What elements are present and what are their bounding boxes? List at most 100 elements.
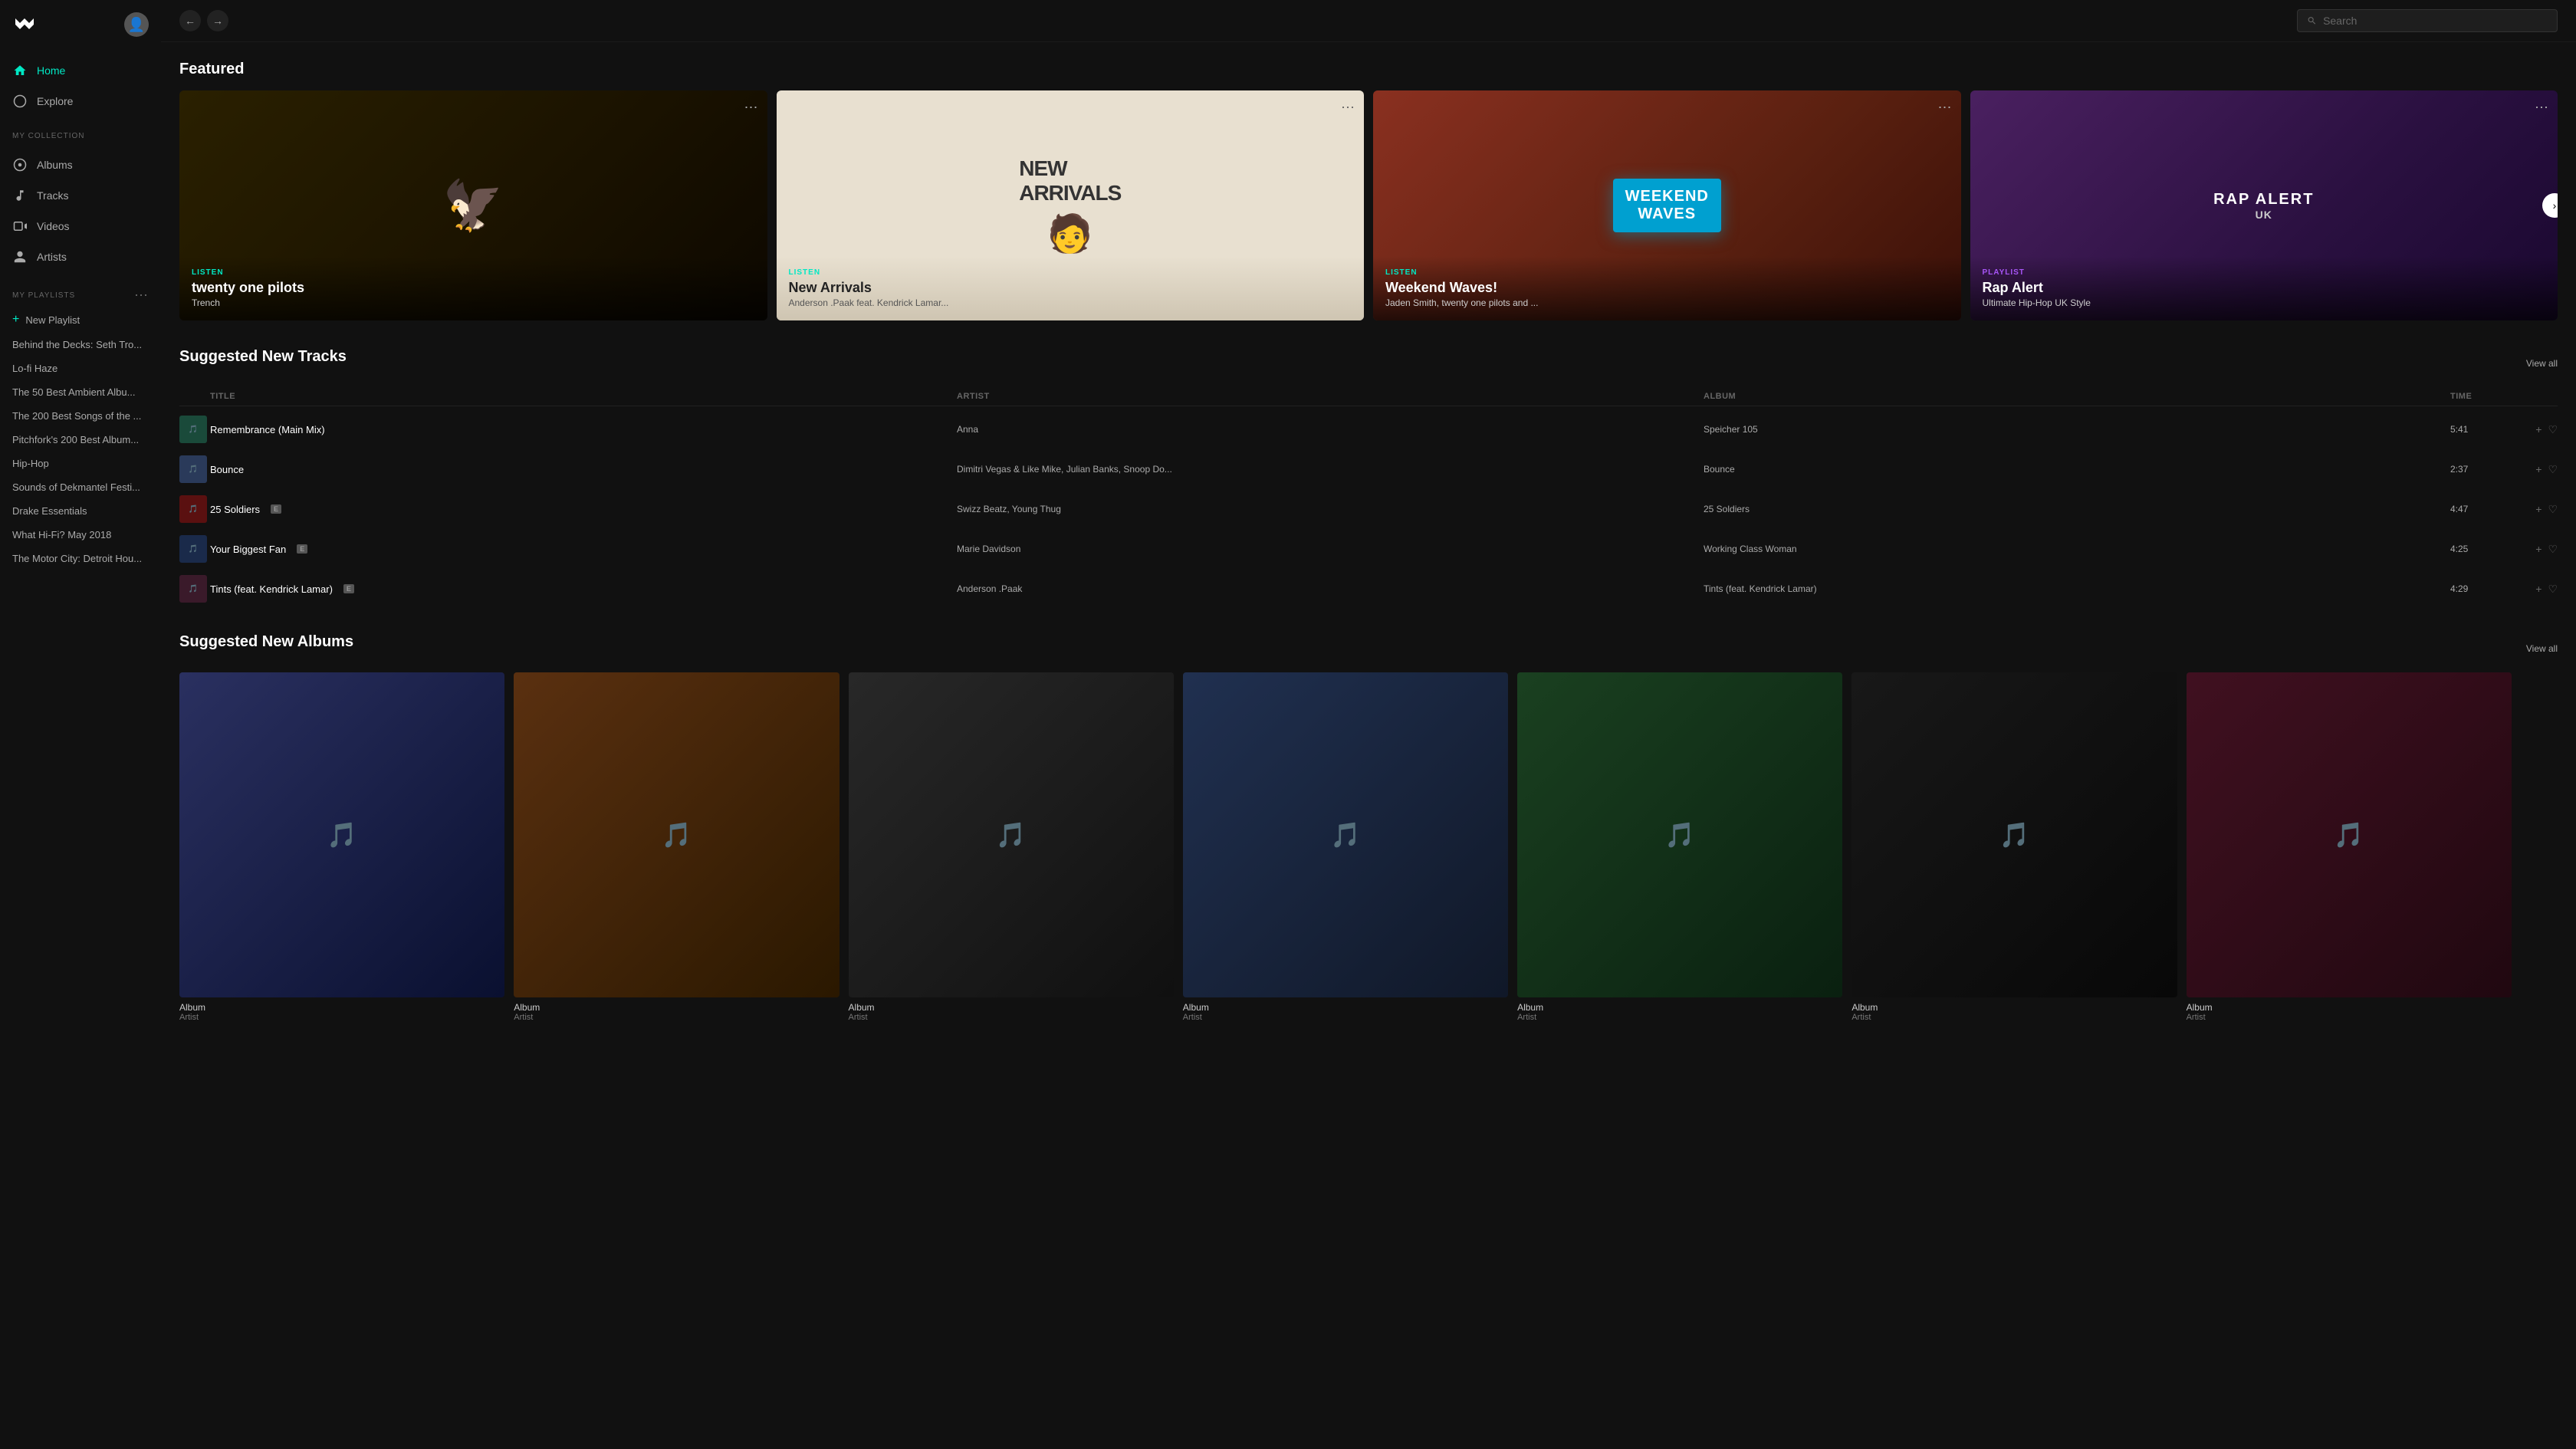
playlist-item[interactable]: The 200 Best Songs of the ... bbox=[0, 404, 161, 428]
track-actions: + ♡ bbox=[2512, 543, 2558, 556]
playlist-item[interactable]: Pitchfork's 200 Best Album... bbox=[0, 428, 161, 452]
playlist-item[interactable]: What Hi-Fi? May 2018 bbox=[0, 523, 161, 547]
like-track-button[interactable]: ♡ bbox=[2548, 583, 2558, 596]
track-time: 4:29 bbox=[2450, 583, 2512, 594]
track-album: Working Class Woman bbox=[1704, 544, 2450, 554]
user-avatar[interactable]: 👤 bbox=[124, 12, 149, 37]
sidebar-item-videos[interactable]: Videos bbox=[0, 211, 161, 242]
table-row[interactable]: 🎵 25 Soldiers E Swizz Beatz, Young Thug … bbox=[179, 489, 2558, 529]
playlist-item[interactable]: Sounds of Dekmantel Festi... bbox=[0, 475, 161, 499]
track-time: 2:37 bbox=[2450, 464, 2512, 475]
playlist-item[interactable]: Hip-Hop bbox=[0, 452, 161, 475]
table-row[interactable]: 🎵 Bounce Dimitri Vegas & Like Mike, Juli… bbox=[179, 449, 2558, 489]
track-title-col: 25 Soldiers E bbox=[210, 504, 957, 515]
playlists-list: Behind the Decks: Seth Tro... Lo-fi Haze… bbox=[0, 333, 161, 570]
sidebar-item-explore[interactable]: Explore bbox=[0, 86, 161, 117]
add-track-button[interactable]: + bbox=[2535, 503, 2542, 515]
home-icon bbox=[12, 63, 28, 78]
featured-card-trench[interactable]: 🦅 ⋯ LISTEN twenty one pilots Trench bbox=[179, 90, 767, 320]
track-thumbnail: 🎵 bbox=[179, 495, 207, 523]
new-playlist-button[interactable]: + New Playlist bbox=[0, 307, 161, 333]
playlist-item[interactable]: The Motor City: Detroit Hou... bbox=[0, 547, 161, 570]
featured-card-arrivals[interactable]: NEWARRIVALS 🧑 ⋯ LISTEN New Arrivals Ande… bbox=[777, 90, 1365, 320]
track-title-col: Remembrance (Main Mix) bbox=[210, 424, 957, 435]
track-album: Tints (feat. Kendrick Lamar) bbox=[1704, 583, 2450, 594]
album-name: Album bbox=[849, 1002, 1174, 1013]
table-row[interactable]: 🎵 Remembrance (Main Mix) Anna Speicher 1… bbox=[179, 409, 2558, 449]
nav-arrows: ← → bbox=[179, 10, 228, 31]
album-card[interactable]: 🎵 Album Artist bbox=[1183, 672, 1508, 1022]
sidebar-item-albums[interactable]: Albums bbox=[0, 150, 161, 180]
card-more-btn[interactable]: ⋯ bbox=[1341, 100, 1355, 116]
playlist-item[interactable]: Drake Essentials bbox=[0, 499, 161, 523]
track-name: 25 Soldiers bbox=[210, 504, 260, 515]
search-box bbox=[2297, 9, 2558, 32]
add-track-button[interactable]: + bbox=[2535, 423, 2542, 435]
search-input[interactable] bbox=[2323, 15, 2548, 27]
featured-card-waves[interactable]: WEEKEND WAVES ⋯ LISTEN Weekend Waves! Ja… bbox=[1373, 90, 1961, 320]
forward-button[interactable]: → bbox=[207, 10, 228, 31]
card-more-btn[interactable]: ⋯ bbox=[2535, 100, 2548, 116]
playlist-item[interactable]: The 50 Best Ambient Albu... bbox=[0, 380, 161, 404]
table-row[interactable]: 🎵 Your Biggest Fan E Marie Davidson Work… bbox=[179, 529, 2558, 569]
card-more-btn[interactable]: ⋯ bbox=[744, 100, 758, 116]
album-artist: Artist bbox=[2187, 1013, 2512, 1022]
like-track-button[interactable]: ♡ bbox=[2548, 423, 2558, 436]
card-subtitle: Ultimate Hip-Hop UK Style bbox=[1983, 297, 2546, 308]
add-track-button[interactable]: + bbox=[2535, 463, 2542, 475]
track-artist: Swizz Beatz, Young Thug bbox=[957, 504, 1704, 514]
album-card[interactable]: 🎵 Album Artist bbox=[2187, 672, 2512, 1022]
sidebar-item-artists[interactable]: Artists bbox=[0, 242, 161, 272]
album-card[interactable]: 🎵 Album Artist bbox=[179, 672, 504, 1022]
add-track-button[interactable]: + bbox=[2535, 543, 2542, 555]
track-artist: Dimitri Vegas & Like Mike, Julian Banks,… bbox=[957, 464, 1704, 475]
like-track-button[interactable]: ♡ bbox=[2548, 503, 2558, 516]
tracks-view-all[interactable]: View all bbox=[2526, 358, 2558, 369]
playlist-item[interactable]: Behind the Decks: Seth Tro... bbox=[0, 333, 161, 356]
explore-icon bbox=[12, 94, 28, 109]
track-thumbnail: 🎵 bbox=[179, 416, 207, 443]
album-name: Album bbox=[2187, 1002, 2512, 1013]
track-thumbnail: 🎵 bbox=[179, 575, 207, 603]
sidebar: 👤 Home Explore MY COLLECTION Albums bbox=[0, 0, 161, 1449]
like-track-button[interactable]: ♡ bbox=[2548, 463, 2558, 476]
album-artist: Artist bbox=[1517, 1013, 1842, 1022]
album-art: 🎵 bbox=[179, 672, 504, 997]
playlists-more-icon[interactable]: ⋯ bbox=[134, 288, 149, 304]
back-button[interactable]: ← bbox=[179, 10, 201, 31]
album-card[interactable]: 🎵 Album Artist bbox=[514, 672, 839, 1022]
album-art: 🎵 bbox=[1852, 672, 2177, 997]
track-actions: + ♡ bbox=[2512, 583, 2558, 596]
track-time: 4:47 bbox=[2450, 504, 2512, 514]
album-card[interactable]: 🎵 Album Artist bbox=[1852, 672, 2177, 1022]
playlist-item[interactable]: Lo-fi Haze bbox=[0, 356, 161, 380]
albums-section-title: Suggested New Albums bbox=[179, 633, 353, 651]
featured-card-rap[interactable]: RAP ALERT UK ⋯ PLAYLIST Rap Alert Ultima… bbox=[1970, 90, 2558, 320]
album-art: 🎵 bbox=[1183, 672, 1508, 997]
album-card[interactable]: 🎵 Album Artist bbox=[1517, 672, 1842, 1022]
like-track-button[interactable]: ♡ bbox=[2548, 543, 2558, 556]
card-more-btn[interactable]: ⋯ bbox=[1938, 100, 1952, 116]
album-artist: Artist bbox=[514, 1013, 839, 1022]
album-name: Album bbox=[1183, 1002, 1508, 1013]
tidal-logo[interactable] bbox=[12, 12, 37, 37]
sidebar-item-tracks[interactable]: Tracks bbox=[0, 180, 161, 211]
collection-label: MY COLLECTION bbox=[0, 123, 161, 143]
album-name: Album bbox=[179, 1002, 504, 1013]
table-row[interactable]: 🎵 Tints (feat. Kendrick Lamar) E Anderso… bbox=[179, 569, 2558, 609]
track-album: 25 Soldiers bbox=[1704, 504, 2450, 514]
track-artist: Marie Davidson bbox=[957, 544, 1704, 554]
tracks-table-header: TITLE ARTIST ALBUM TIME bbox=[179, 387, 2558, 406]
album-name: Album bbox=[1517, 1002, 1842, 1013]
card-subtitle: Jaden Smith, twenty one pilots and ... bbox=[1385, 297, 1949, 308]
album-art: 🎵 bbox=[849, 672, 1174, 997]
featured-title: Featured bbox=[179, 61, 2558, 78]
albums-view-all[interactable]: View all bbox=[2526, 643, 2558, 654]
sidebar-item-home[interactable]: Home bbox=[0, 55, 161, 86]
track-name: Your Biggest Fan bbox=[210, 544, 286, 555]
suggested-albums-section: Suggested New Albums View all 🎵 Album Ar… bbox=[179, 633, 2558, 1022]
add-track-button[interactable]: + bbox=[2535, 583, 2542, 595]
explicit-badge: E bbox=[297, 544, 307, 554]
card-title: Rap Alert bbox=[1983, 280, 2546, 296]
album-card[interactable]: 🎵 Album Artist bbox=[849, 672, 1174, 1022]
